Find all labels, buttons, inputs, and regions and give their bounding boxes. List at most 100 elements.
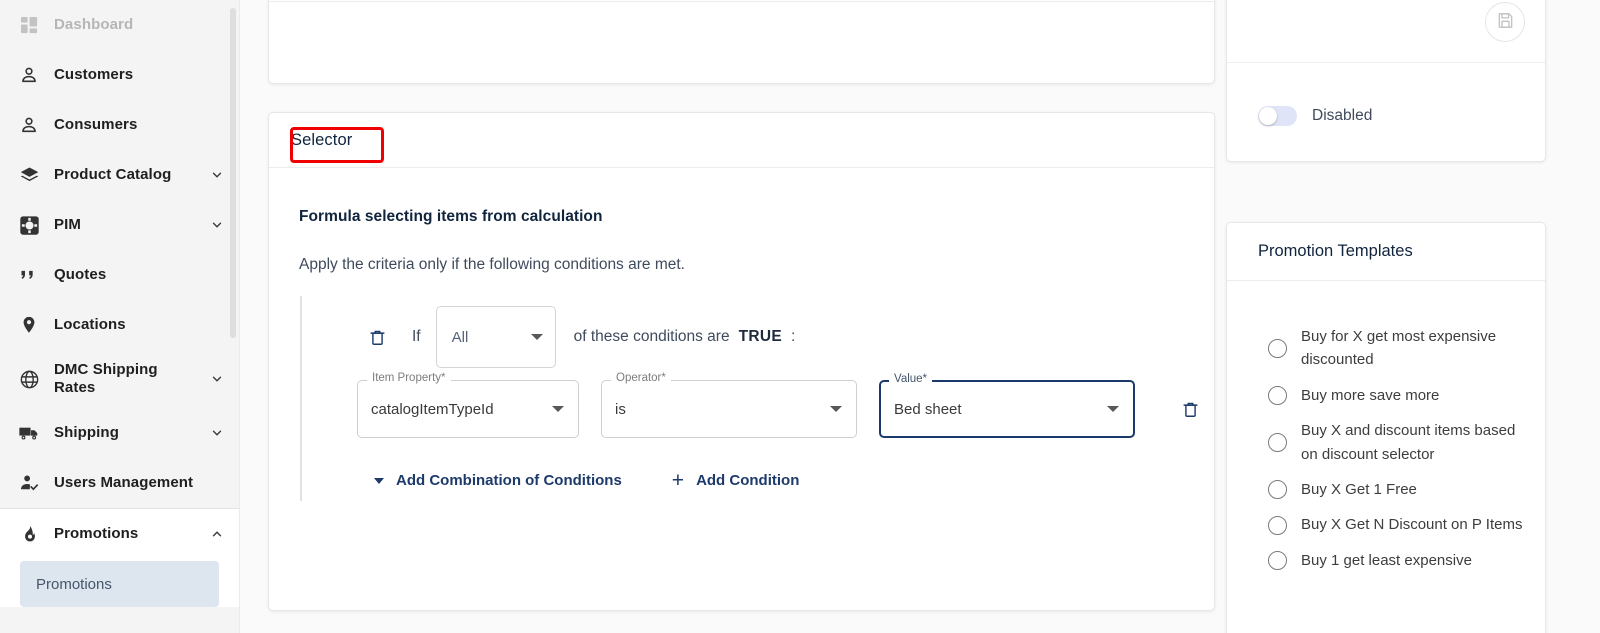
radio-button[interactable] [1268, 480, 1287, 500]
promotion-templates-list: Buy for X get most expensive discounted … [1227, 281, 1545, 578]
conditions-true-text: of these conditions are TRUE : [574, 328, 796, 346]
delete-condition-button[interactable] [1177, 396, 1203, 422]
sidebar-item-customers[interactable]: Customers [0, 50, 239, 100]
chevron-down-icon [552, 406, 564, 412]
sidebar-item-label: Product Catalog [54, 166, 172, 184]
sidebar-item-label: Locations [54, 316, 126, 334]
radio-button[interactable] [1268, 385, 1287, 405]
card-divider [269, 1, 1214, 2]
save-button[interactable] [1485, 2, 1525, 42]
sidebar-item-consumers[interactable]: Consumers [0, 100, 239, 150]
sidebar-subitem-label: Promotions [36, 575, 112, 593]
value-label: Value* [889, 373, 933, 386]
template-label: Buy X Get N Discount on P Items [1301, 516, 1523, 534]
sidebar-scroll-area: Dashboard Customers Consumers Product Ca… [0, 0, 239, 633]
add-condition-label: Add Condition [696, 472, 800, 489]
chevron-down-icon [209, 425, 225, 441]
condition-group: If All of these conditions are TRUE : It… [300, 296, 1214, 501]
radio-button[interactable] [1268, 515, 1287, 535]
sidebar-item-label: DMC Shipping Rates [54, 361, 158, 396]
condition-group-header-row: If All of these conditions are TRUE : [302, 306, 1214, 368]
list-item[interactable]: Buy for X get most expensive discounted [1227, 319, 1545, 378]
conditions-are-label: of these conditions are [573, 328, 730, 345]
sidebar-item-promotions[interactable]: Promotions [0, 509, 239, 559]
list-item[interactable]: Buy X Get 1 Free [1227, 472, 1545, 507]
sidebar-item-label: Consumers [54, 116, 138, 134]
add-combination-label: Add Combination of Conditions [396, 472, 622, 489]
sidebar-item-product-catalog[interactable]: Product Catalog [0, 150, 239, 200]
right-column: Disabled Promotion Templates Buy for X g… [1215, 0, 1575, 633]
item-property-select[interactable]: Item Property* catalogItemTypeId [357, 372, 579, 438]
true-label: TRUE [738, 328, 782, 345]
pim-gear-icon [18, 214, 40, 236]
operator-label: Operator* [611, 372, 671, 385]
sidebar-group-promotions: Promotions Promotions [0, 509, 239, 607]
item-property-value: catalogItemTypeId [371, 400, 494, 418]
sidebar-item-locations[interactable]: Locations [0, 300, 239, 350]
toggle-knob [1259, 107, 1277, 125]
item-property-label: Item Property* [367, 372, 451, 385]
chevron-up-icon [209, 526, 225, 542]
quantifier-value: All [451, 328, 469, 346]
radio-button[interactable] [1268, 433, 1287, 453]
template-label: Buy for X get most expensive discounted [1301, 328, 1497, 369]
sidebar-item-shipping[interactable]: Shipping [0, 408, 239, 458]
card-divider [1227, 62, 1545, 63]
template-label: Buy 1 get least expensive [1301, 551, 1472, 569]
person-icon [18, 64, 40, 86]
chevron-down-icon [209, 167, 225, 183]
map-pin-icon [18, 314, 40, 336]
add-condition-button[interactable]: + Add Condition [671, 468, 800, 492]
sidebar-item-dashboard[interactable]: Dashboard [0, 0, 239, 50]
main-content: Selector Formula selecting items from ca… [240, 0, 1600, 633]
sidebar-scrollbar[interactable] [230, 8, 236, 338]
list-item[interactable]: Buy X and discount items based on discou… [1227, 413, 1545, 472]
sidebar-item-label: Dashboard [54, 16, 134, 34]
layers-icon [18, 164, 40, 186]
quote-icon [18, 264, 40, 286]
list-item[interactable]: Buy X Get N Discount on P Items [1227, 507, 1545, 542]
chevron-down-icon [1107, 406, 1119, 412]
chevron-down-icon [530, 334, 543, 340]
center-column: Selector Formula selecting items from ca… [240, 0, 1215, 633]
condition-actions: Add Combination of Conditions + Add Cond… [302, 468, 1214, 492]
delete-condition-group-button[interactable] [364, 324, 390, 350]
sidebar-item-label: Users Management [54, 474, 194, 492]
if-label: If [412, 328, 421, 345]
sidebar-item-users-management[interactable]: Users Management [0, 458, 239, 508]
sidebar-item-label: Quotes [54, 266, 107, 284]
sidebar: Dashboard Customers Consumers Product Ca… [0, 0, 240, 633]
sidebar-subitem-promotions[interactable]: Promotions [20, 561, 219, 607]
list-item[interactable]: Buy 1 get least expensive [1227, 543, 1545, 578]
list-item[interactable]: Buy more save more [1227, 378, 1545, 413]
sidebar-item-label: Customers [54, 66, 134, 84]
sidebar-item-dmc-shipping-rates[interactable]: DMC Shipping Rates [0, 350, 239, 408]
chevron-down-icon [830, 406, 842, 412]
formula-heading: Formula selecting items from calculation [299, 208, 603, 225]
chevron-down-icon [209, 371, 225, 387]
plus-icon: + [671, 468, 685, 492]
toggle-label: Disabled [1312, 107, 1373, 124]
condition-row: Item Property* catalogItemTypeId Operato… [302, 372, 1214, 438]
sidebar-item-label: PIM [54, 216, 81, 234]
operator-select[interactable]: Operator* is [601, 372, 857, 438]
enabled-disabled-toggle[interactable] [1258, 106, 1297, 126]
selector-card-header: Selector [269, 113, 1214, 168]
sidebar-item-label: Promotions [54, 525, 139, 543]
selector-card: Selector Formula selecting items from ca… [268, 112, 1215, 611]
radio-button[interactable] [1268, 550, 1287, 570]
globe-icon [18, 368, 40, 390]
sidebar-item-pim[interactable]: PIM [0, 200, 239, 250]
apply-criteria-text: Apply the criteria only if the following… [299, 256, 685, 273]
sidebar-item-quotes[interactable]: Quotes [0, 250, 239, 300]
value-select[interactable]: Value* Bed sheet [879, 373, 1135, 438]
flame-icon [18, 523, 40, 545]
radio-button[interactable] [1268, 338, 1287, 358]
truck-icon [18, 422, 40, 444]
quantifier-select[interactable]: All [435, 306, 556, 368]
caret-down-icon [374, 477, 384, 484]
colon-label: : [791, 328, 796, 345]
add-combination-of-conditions-button[interactable]: Add Combination of Conditions [374, 472, 622, 489]
promotion-templates-header: Promotion Templates [1227, 223, 1545, 281]
page-title: Selector [291, 130, 353, 149]
